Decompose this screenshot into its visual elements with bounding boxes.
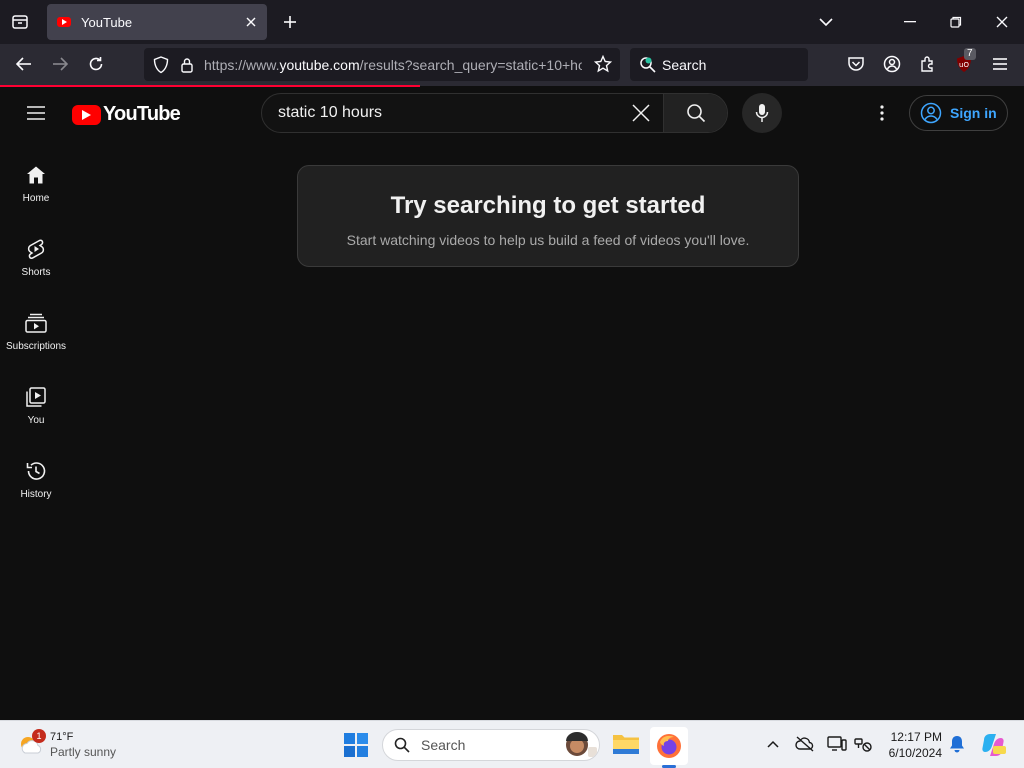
sidebar-item-subscriptions[interactable]: Subscriptions xyxy=(0,303,72,373)
ublock-blocked-count-badge: 7 xyxy=(964,48,976,60)
sidebar-item-label: Subscriptions xyxy=(5,341,67,352)
minimize-window-icon[interactable] xyxy=(896,8,924,36)
close-tab-icon[interactable] xyxy=(237,8,265,36)
weather-temperature: 71°F xyxy=(50,731,74,743)
search-highlight-illustration-icon xyxy=(555,730,599,760)
weather-alert-badge: 1 xyxy=(32,729,46,743)
guide-menu-icon[interactable] xyxy=(22,100,50,126)
sidebar-item-label: Shorts xyxy=(21,267,51,278)
clear-search-x-icon[interactable] xyxy=(625,97,657,129)
windows-taskbar: 1 71°F Partly sunny Search 12:17 PM 6/10… xyxy=(0,720,1024,768)
search-engine-icon xyxy=(638,55,658,75)
partly-sunny-weather-icon: 1 xyxy=(16,729,46,759)
more-options-vertical-dots-icon[interactable] xyxy=(868,99,896,127)
browser-search-bar[interactable]: Search xyxy=(630,48,808,81)
weather-text: 71°F Partly sunny xyxy=(50,730,116,760)
account-icon[interactable] xyxy=(878,50,906,78)
sidebar-item-label: History xyxy=(20,489,52,500)
browser-tab-bar: YouTube xyxy=(0,0,1024,44)
clock-date: 6/10/2024 xyxy=(888,746,942,760)
copilot-icon[interactable] xyxy=(980,732,1006,758)
tab-title: YouTube xyxy=(81,14,133,30)
windows-start-icon[interactable] xyxy=(344,733,368,757)
sidebar-item-shorts[interactable]: Shorts xyxy=(0,229,72,299)
taskbar-search-placeholder: Search xyxy=(421,737,466,753)
svg-text:uO: uO xyxy=(959,61,969,69)
address-bar-url[interactable]: https://www.youtube.com/results?search_q… xyxy=(204,57,582,73)
youtube-search-box xyxy=(261,93,728,133)
bookmark-star-icon[interactable] xyxy=(592,53,614,75)
ublock-origin-icon[interactable]: uO 7 xyxy=(950,48,978,78)
taskbar-search-box[interactable]: Search xyxy=(382,729,600,761)
pocket-icon[interactable] xyxy=(842,50,870,78)
display-device-icon[interactable] xyxy=(826,733,848,755)
sidebar-item-history[interactable]: History xyxy=(0,451,72,521)
firefox-taskbar-icon[interactable] xyxy=(650,727,688,765)
new-tab-icon[interactable] xyxy=(276,8,304,36)
tracking-protection-shield-icon[interactable] xyxy=(150,54,172,76)
network-disconnected-icon[interactable] xyxy=(852,733,874,755)
youtube-logo-text: YouTube xyxy=(103,103,181,125)
sidebar-item-label: Home xyxy=(22,193,50,204)
youtube-play-logo-icon xyxy=(72,104,101,125)
file-explorer-icon[interactable] xyxy=(612,731,640,759)
sidebar-item-label: You xyxy=(27,415,45,426)
subscriptions-icon xyxy=(24,311,48,335)
sign-in-label: Sign in xyxy=(950,105,997,121)
sign-in-button[interactable]: Sign in xyxy=(909,95,1008,131)
weather-widget[interactable]: 1 71°F Partly sunny xyxy=(16,727,126,763)
you-icon xyxy=(24,385,48,409)
hamburger-menu-icon[interactable] xyxy=(986,50,1014,78)
address-bar[interactable]: https://www.youtube.com/results?search_q… xyxy=(144,48,620,81)
show-hidden-icons-chevron-up-icon[interactable] xyxy=(762,733,784,755)
weather-description: Partly sunny xyxy=(50,745,117,759)
youtube-search-input[interactable] xyxy=(262,94,625,132)
youtube-search-button[interactable] xyxy=(663,94,727,132)
browser-tab-youtube[interactable]: YouTube xyxy=(47,4,267,40)
reload-icon[interactable] xyxy=(82,50,110,78)
voice-search-microphone-icon[interactable] xyxy=(742,93,782,133)
prompt-subtitle: Start watching videos to help us build a… xyxy=(346,232,750,248)
restore-window-icon[interactable] xyxy=(942,8,970,36)
prompt-title: Try searching to get started xyxy=(390,192,706,219)
search-icon xyxy=(393,736,411,754)
home-icon xyxy=(24,163,48,187)
tab-overview-icon[interactable] xyxy=(6,8,34,36)
history-icon xyxy=(24,459,48,483)
shorts-icon xyxy=(24,237,48,261)
sidebar-item-you[interactable]: You xyxy=(0,377,72,447)
youtube-favicon-icon xyxy=(57,17,71,27)
sidebar-item-home[interactable]: Home xyxy=(0,155,72,225)
search-prompt-card: Try searching to get started Start watch… xyxy=(297,165,799,267)
browser-nav-bar: https://www.youtube.com/results?search_q… xyxy=(0,44,1024,86)
close-window-icon[interactable] xyxy=(988,8,1016,36)
extensions-puzzle-icon[interactable] xyxy=(914,50,942,78)
forward-arrow-icon[interactable] xyxy=(46,50,74,78)
youtube-logo[interactable]: YouTube xyxy=(72,103,181,126)
list-all-tabs-chevron-down-icon[interactable] xyxy=(812,8,840,36)
browser-search-placeholder: Search xyxy=(662,56,707,73)
notification-bell-icon[interactable] xyxy=(946,733,968,755)
user-circle-icon xyxy=(920,102,942,124)
youtube-page: YouTube Sign in Home Shorts xyxy=(0,87,1024,720)
taskbar-clock[interactable]: 12:17 PM 6/10/2024 xyxy=(880,729,942,761)
padlock-icon[interactable] xyxy=(178,54,196,76)
back-arrow-icon[interactable] xyxy=(10,50,38,78)
onedrive-offline-icon[interactable] xyxy=(794,733,816,755)
clock-time: 12:17 PM xyxy=(890,730,942,744)
